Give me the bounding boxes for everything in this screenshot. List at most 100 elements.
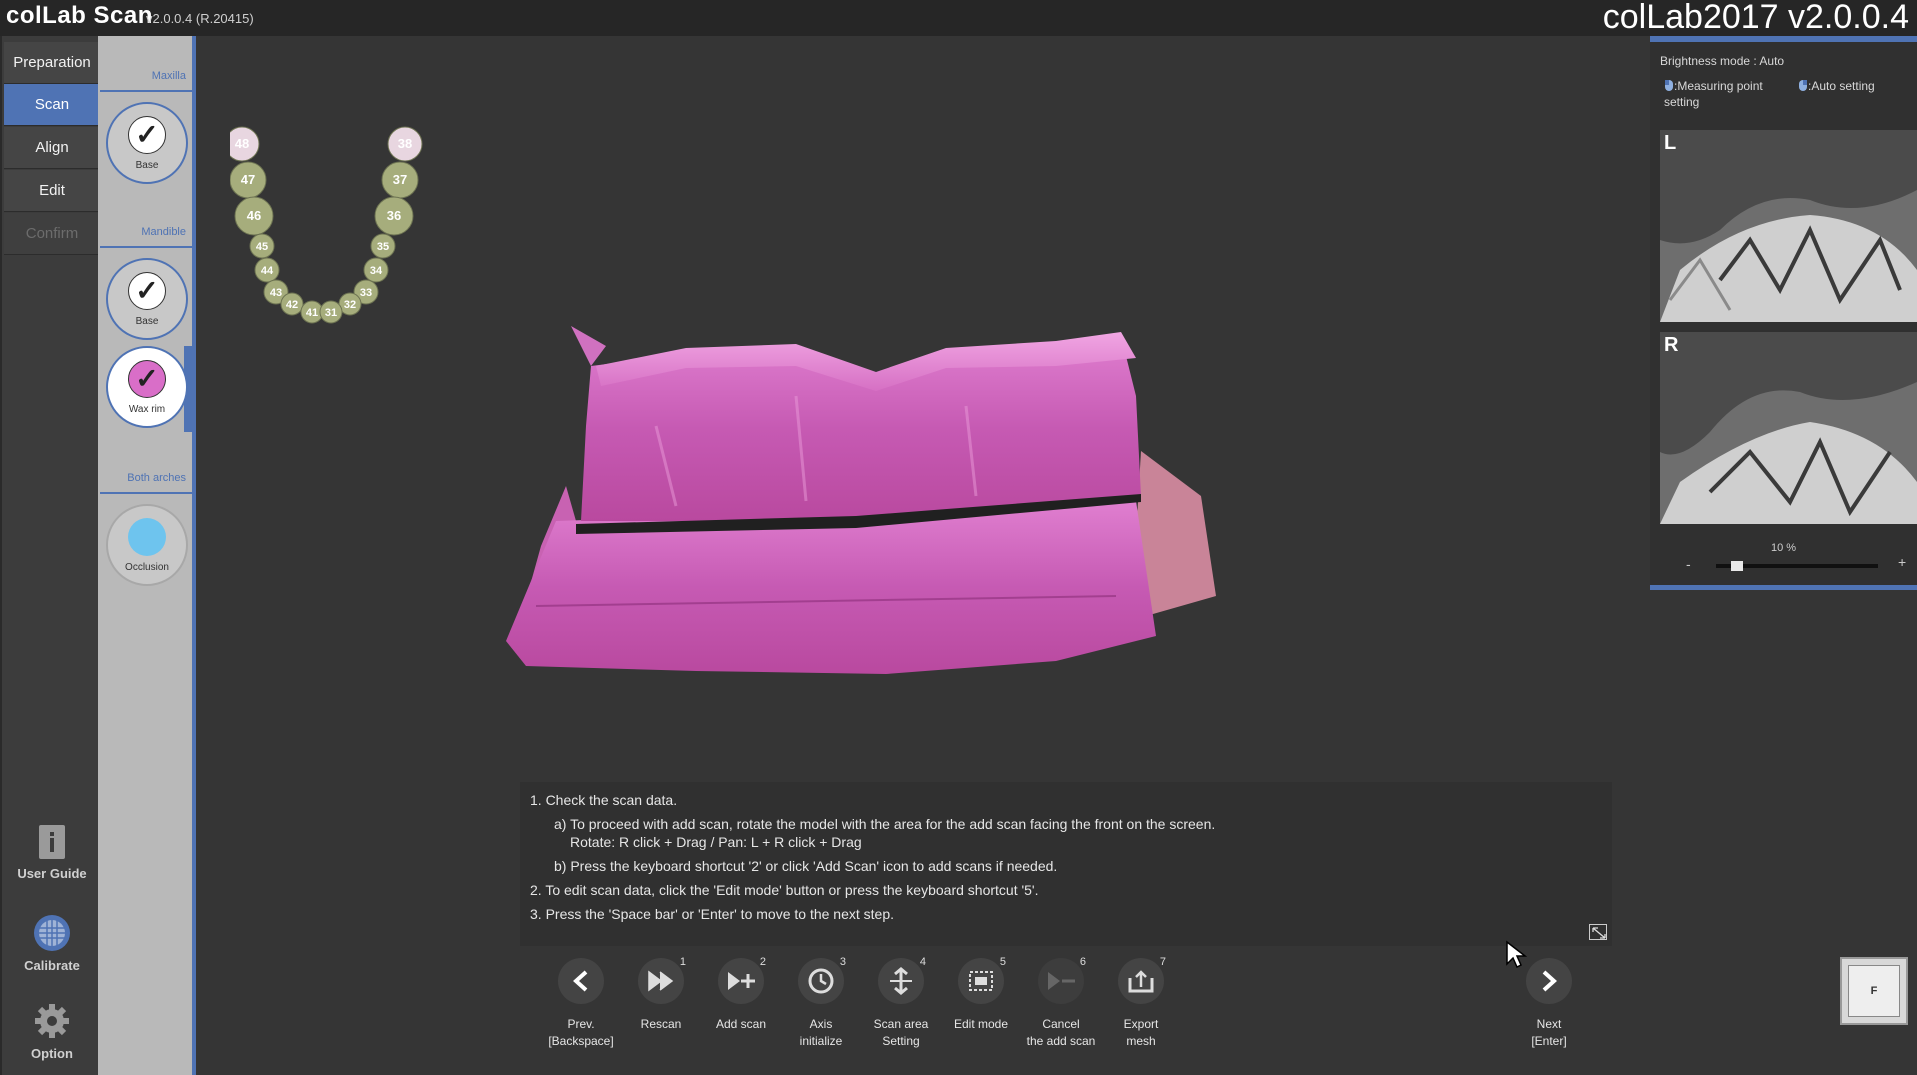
axis-initialize-button[interactable]: 3 Axis initialize bbox=[782, 956, 860, 1050]
mouse-left-icon bbox=[1665, 80, 1673, 91]
export-shortcut: 7 bbox=[1159, 956, 1166, 968]
calibrate-button[interactable]: Calibrate bbox=[4, 914, 100, 973]
right-side-tooth-label-43: 43 bbox=[270, 287, 282, 299]
zoom-plus-button[interactable]: + bbox=[1898, 554, 1906, 570]
add-scan-label: Add scan bbox=[715, 1017, 767, 1031]
right-side-tooth-label-46: 46 bbox=[247, 208, 261, 223]
nav-align[interactable]: Align bbox=[4, 127, 100, 169]
right-side-tooth-label-45: 45 bbox=[256, 241, 268, 253]
instruction-3: 3. Press the 'Space bar' or 'Enter' to m… bbox=[530, 906, 894, 922]
user-guide-button[interactable]: User Guide bbox=[4, 824, 100, 881]
instruction-2: 2. To edit scan data, click the 'Edit mo… bbox=[530, 882, 1039, 898]
next-button[interactable]: Next [Enter] bbox=[1510, 958, 1588, 1050]
chevron-right-icon bbox=[1526, 958, 1572, 1004]
occlusion-label: Occlusion bbox=[125, 561, 169, 573]
scan-area-label-1: Scan area bbox=[873, 1017, 929, 1031]
scan-model[interactable] bbox=[496, 306, 1216, 716]
right-side-tooth-label-42: 42 bbox=[286, 299, 298, 311]
rescan-shortcut: 1 bbox=[679, 956, 686, 968]
instruction-1a: a) To proceed with add scan, rotate the … bbox=[554, 816, 1216, 832]
left-camera-image bbox=[1660, 130, 1917, 322]
calibrate-icon bbox=[34, 915, 70, 951]
brightness-mode-label: Brightness mode : Auto bbox=[1660, 54, 1785, 68]
mandible-divider bbox=[100, 246, 192, 248]
maxilla-base-label: Base bbox=[135, 159, 159, 171]
scan-steps-panel: Maxilla ✓ Base Mandible ✓ Base ✓ Wax rim… bbox=[98, 36, 196, 1075]
gear-icon bbox=[35, 1004, 69, 1038]
mandible-label: Mandible bbox=[141, 226, 186, 238]
app-version: v2.0.0.4 (R.20415) bbox=[146, 11, 254, 26]
cancel-add-shortcut: 6 bbox=[1079, 956, 1086, 968]
nav-scan[interactable]: Scan bbox=[4, 84, 100, 126]
left-side-tooth-label-38: 38 bbox=[398, 136, 412, 151]
expand-icon[interactable] bbox=[1589, 924, 1607, 940]
edit-mode-label: Edit mode bbox=[953, 1017, 1009, 1031]
cancel-add-scan-icon: 6 bbox=[1038, 956, 1086, 1004]
left-camera-view[interactable]: L bbox=[1660, 130, 1917, 322]
axis-shortcut: 3 bbox=[839, 956, 846, 968]
next-label: Next bbox=[1536, 1017, 1562, 1031]
left-side-tooth-label-34: 34 bbox=[370, 265, 383, 277]
left-side-tooth-label-36: 36 bbox=[387, 208, 401, 223]
scan-area-shortcut: 4 bbox=[919, 956, 926, 968]
option-button[interactable]: Option bbox=[4, 1002, 100, 1061]
check-icon: ✓ bbox=[128, 115, 166, 154]
axis-label-1: Axis bbox=[809, 1017, 833, 1031]
prev-shortcut: [Backspace] bbox=[548, 1034, 614, 1048]
edit-mode-icon: 5 bbox=[958, 956, 1006, 1004]
auto-setting-hint: :Auto setting bbox=[1798, 78, 1875, 94]
tooth-chart[interactable]: 48 47 46 45 44 43 42 41 38 37 36 35 34 33 32 31 bbox=[230, 106, 470, 396]
scan-area-icon: 4 bbox=[878, 956, 926, 1004]
option-label: Option bbox=[31, 1046, 73, 1061]
export-mesh-button[interactable]: 7 Export mesh bbox=[1102, 956, 1180, 1050]
right-camera-view[interactable]: R bbox=[1660, 332, 1917, 524]
nav-preparation[interactable]: Preparation bbox=[4, 42, 100, 84]
calibrate-label: Calibrate bbox=[24, 958, 80, 973]
left-side-tooth-label-33: 33 bbox=[360, 287, 372, 299]
both-arches-label: Both arches bbox=[127, 472, 186, 484]
instructions-panel: 1. Check the scan data. a) To proceed wi… bbox=[520, 782, 1612, 946]
app-window: colLab Scan v2.0.0.4 (R.20415) colLab201… bbox=[0, 0, 1917, 1075]
right-side-tooth-label-41: 41 bbox=[306, 307, 318, 319]
maxilla-divider bbox=[100, 90, 192, 92]
mandible-base-label: Base bbox=[135, 315, 159, 327]
user-guide-label: User Guide bbox=[17, 866, 87, 881]
info-document-icon bbox=[39, 825, 65, 859]
maxilla-base-step[interactable]: ✓ Base bbox=[106, 102, 188, 184]
app-name: colLab Scan bbox=[6, 2, 153, 29]
nav-confirm: Confirm bbox=[4, 213, 100, 255]
occlusion-dot-icon bbox=[128, 517, 166, 556]
rescan-icon: 1 bbox=[638, 956, 686, 1004]
export-label-1: Export bbox=[1123, 1017, 1159, 1031]
measuring-point-hint: :Measuring point setting bbox=[1664, 79, 1763, 109]
edit-mode-button[interactable]: 5 Edit mode bbox=[942, 956, 1020, 1033]
scan-area-setting-button[interactable]: 4 Scan area Setting bbox=[862, 956, 940, 1050]
title-bar: colLab Scan v2.0.0.4 (R.20415) colLab201… bbox=[0, 0, 1917, 36]
prev-button[interactable]: Prev. [Backspace] bbox=[542, 958, 620, 1050]
next-shortcut: [Enter] bbox=[1531, 1034, 1567, 1048]
prev-label: Prev. bbox=[567, 1017, 595, 1031]
right-camera-tag: R bbox=[1664, 334, 1679, 356]
wax-rim-step[interactable]: ✓ Wax rim bbox=[106, 346, 188, 428]
zoom-slider-thumb[interactable] bbox=[1731, 561, 1743, 571]
instruction-1b: b) Press the keyboard shortcut '2' or cl… bbox=[554, 858, 1058, 874]
export-icon: 7 bbox=[1118, 956, 1166, 1004]
view-cube[interactable]: F bbox=[1840, 957, 1908, 1025]
zoom-slider[interactable] bbox=[1716, 561, 1878, 571]
mandible-base-step[interactable]: ✓ Base bbox=[106, 258, 188, 340]
view-cube-front-face[interactable]: F bbox=[1848, 965, 1900, 1017]
both-arches-divider bbox=[100, 492, 192, 494]
right-camera-image bbox=[1660, 332, 1917, 524]
rescan-button[interactable]: 1 Rescan bbox=[622, 956, 700, 1033]
cancel-add-label-1: Cancel bbox=[1042, 1017, 1080, 1031]
history-icon: 3 bbox=[798, 956, 846, 1004]
left-side-tooth-label-37: 37 bbox=[393, 172, 407, 187]
left-camera-tag: L bbox=[1664, 132, 1677, 154]
occlusion-step[interactable]: Occlusion bbox=[106, 504, 188, 586]
check-icon: ✓ bbox=[128, 271, 166, 310]
right-side-tooth-label-44: 44 bbox=[261, 265, 274, 277]
zoom-minus-button[interactable]: - bbox=[1686, 556, 1691, 572]
add-scan-button[interactable]: 2 Add scan bbox=[702, 956, 780, 1033]
nav-edit[interactable]: Edit bbox=[4, 170, 100, 212]
add-scan-shortcut: 2 bbox=[759, 956, 766, 968]
